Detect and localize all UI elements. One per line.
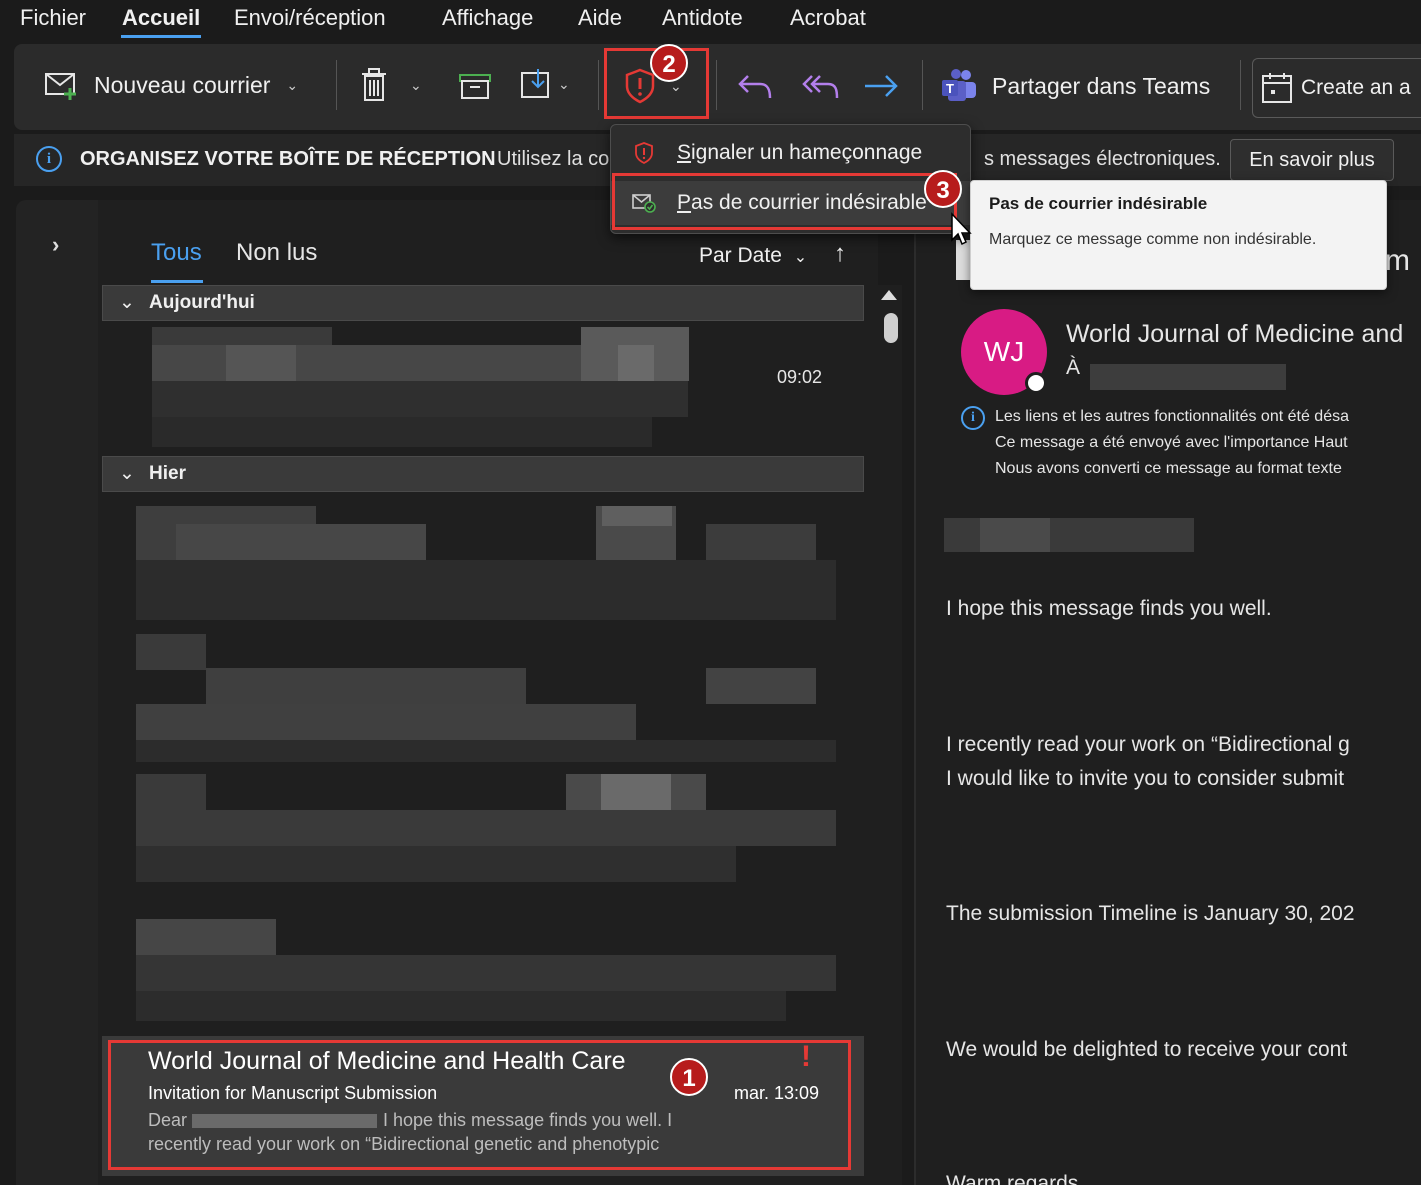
new-mail-icon [45,73,76,100]
body-paragraph: The submission Timeline is January 30, 2… [946,902,1355,925]
list-item[interactable] [106,325,864,450]
teams-icon: T [942,69,976,101]
new-mail-label: Nouveau courrier [94,71,271,98]
new-mail-button[interactable]: Nouveau courrier ⌄ [44,70,298,100]
message-time: 09:02 [777,367,823,387]
list-item[interactable] [106,770,864,885]
svg-text:T: T [946,81,954,96]
tab-all[interactable]: Tous [151,239,202,267]
list-item[interactable] [106,632,864,762]
body-paragraph: I recently read your work on “Bidirectio… [946,733,1350,756]
share-teams-button[interactable]: T Partager dans Teams [940,68,1210,104]
annotation-highlight-message [108,1040,851,1170]
reply-button[interactable] [736,70,774,102]
info-icon: i [961,406,985,430]
menu-item-report-phishing[interactable]: Signaler un hameçonnage [611,131,970,175]
annotation-highlight-not-junk [612,173,957,230]
reading-recipient-label: À [1066,356,1081,379]
forward-button[interactable] [862,72,900,100]
ribbon-divider [598,60,599,110]
list-item[interactable] [106,915,864,1025]
expand-folders-icon[interactable]: › [52,232,59,258]
notice-line: Nous avons converti ce message au format… [995,460,1342,477]
chevron-down-icon[interactable]: ⌄ [410,77,422,94]
menu-affichage[interactable]: Affichage [442,5,533,31]
annotation-badge-3: 3 [924,170,962,208]
archive-icon [459,74,491,99]
menu-item-label: Signaler un hameçonnage [677,141,923,164]
archive-button[interactable] [458,72,492,100]
notice-line: Ce message a été envoyé avec l'importanc… [995,434,1348,451]
group-label: Aujourd'hui [149,292,255,313]
create-label: Create an a [1301,76,1411,99]
list-item[interactable] [106,500,864,625]
forward-icon [865,75,898,97]
tab-unread[interactable]: Non lus [236,239,317,267]
reply-icon [738,75,772,99]
group-header-yesterday[interactable]: ⌄ Hier [102,456,864,492]
redacted-recipient [1090,364,1286,390]
scroll-up-icon[interactable] [881,290,897,300]
tooltip: Pas de courrier indésirable Marquez ce m… [970,180,1387,290]
menu-envoi-reception[interactable]: Envoi/réception [234,5,386,31]
redacted-greeting [980,518,1050,552]
calendar-icon [1262,73,1292,103]
group-label: Hier [149,463,186,484]
tooltip-title: Pas de courrier indésirable [989,194,1208,213]
delete-button[interactable]: ⌄ [360,68,422,102]
group-header-today[interactable]: ⌄ Aujourd'hui [102,285,864,321]
navigation-rail [16,200,98,1185]
notice-line: Les liens et les autres fonctionnalités … [995,408,1349,425]
info-bar-text: Utilisez la co [497,148,610,170]
chevron-down-icon[interactable]: ⌄ [558,76,570,93]
menu-antidote[interactable]: Antidote [662,5,743,31]
move-button[interactable]: ⌄ [520,67,570,101]
annotation-badge-1: 1 [670,1058,708,1096]
trash-icon [362,68,386,101]
menu-acrobat[interactable]: Acrobat [790,5,866,31]
mouse-cursor-icon [951,212,972,246]
create-button[interactable]: Create an a [1252,58,1421,118]
ribbon-divider [1240,60,1241,110]
sort-label: Par Date [699,244,782,267]
info-bar-title: ORGANISEZ VOTRE BOÎTE DE RÉCEPTION [80,148,496,170]
ribbon-divider [336,60,337,110]
chevron-down-icon: ⌄ [793,249,808,266]
move-to-folder-icon [521,69,549,98]
presence-indicator [1025,372,1047,394]
body-paragraph: I hope this message finds you well. [946,597,1272,620]
sort-direction-icon[interactable]: ↑ [834,240,846,268]
active-tab-indicator [151,280,203,283]
sort-dropdown[interactable]: Par Date ⌄ [699,244,807,268]
active-menu-indicator [121,35,201,38]
tooltip-description: Marquez ce message comme non indésirable… [989,231,1317,248]
shield-icon [611,142,677,164]
menu-bar: Fichier Accueil Envoi/réception Affichag… [0,0,1421,40]
menu-aide[interactable]: Aide [578,5,622,31]
reply-all-icon [802,75,839,99]
scrollbar-thumb[interactable] [884,313,898,343]
body-paragraph: Warm regards [946,1172,1079,1185]
ribbon-divider [922,60,923,110]
chevron-down-icon: ⌄ [119,463,135,484]
learn-more-button[interactable]: En savoir plus [1230,139,1394,181]
chevron-down-icon: ⌄ [119,292,135,313]
chevron-down-icon[interactable]: ⌄ [286,77,298,94]
annotation-badge-2: 2 [650,44,688,82]
body-paragraph: We would be delighted to receive your co… [946,1038,1348,1061]
body-paragraph: I would like to invite you to consider s… [946,767,1345,790]
info-bar-text-end: s messages électroniques. [984,148,1221,170]
info-icon: i [36,146,62,172]
message-title-fragment: m [1385,244,1410,277]
ribbon-divider [716,60,717,110]
scrollbar[interactable] [876,285,902,1185]
reply-all-button[interactable] [800,70,840,102]
menu-fichier[interactable]: Fichier [20,5,86,31]
reading-sender[interactable]: World Journal of Medicine and [1066,320,1403,349]
menu-accueil[interactable]: Accueil [122,5,200,31]
share-teams-label: Partager dans Teams [992,72,1211,99]
